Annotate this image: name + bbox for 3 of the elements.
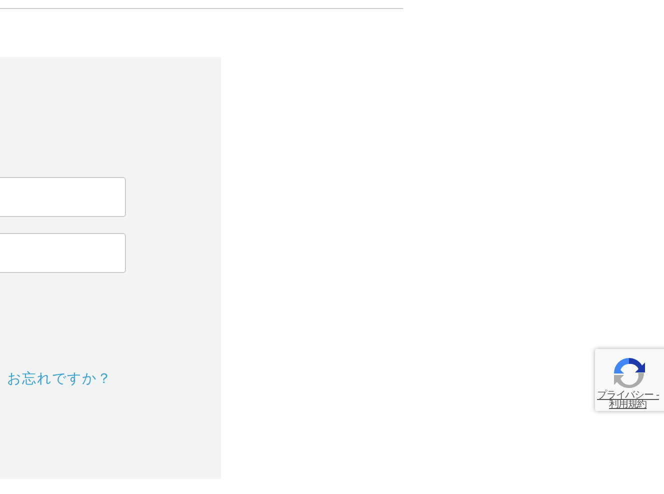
input-field[interactable]	[0, 177, 126, 217]
input-field[interactable]	[0, 233, 126, 273]
recaptcha-icon	[611, 355, 647, 391]
